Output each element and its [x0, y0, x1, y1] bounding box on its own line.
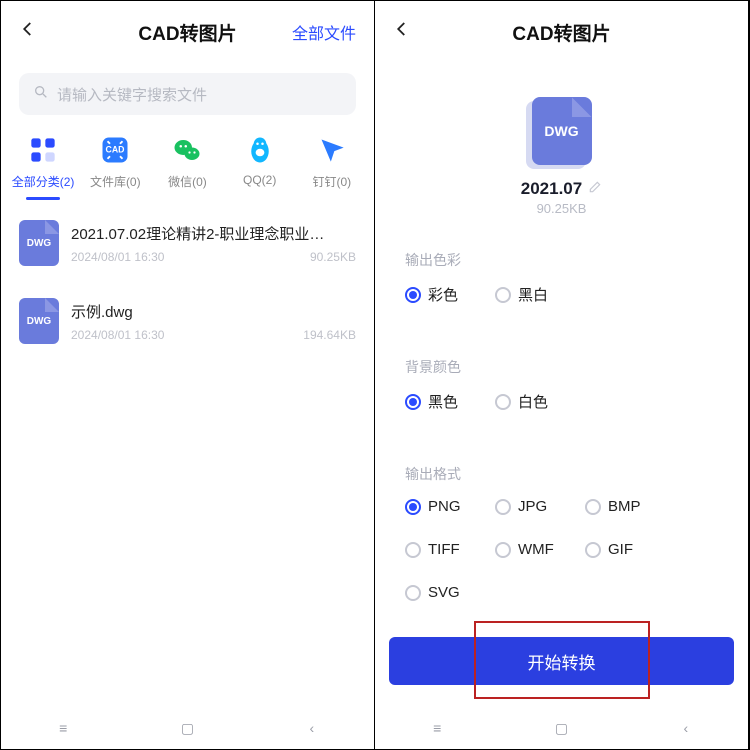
file-type-icon: DWG	[19, 220, 59, 266]
category-tab[interactable]: CAD 文件库(0)	[79, 133, 151, 190]
category-label: 全部分类(2)	[12, 173, 75, 190]
category-tabs: 全部分类(2) CAD 文件库(0) 微信(0) QQ(2) 钉钉(0)	[1, 133, 374, 204]
recent-icon[interactable]: ≡	[53, 720, 73, 736]
android-nav-bar: ≡ ▢ ‹	[375, 707, 748, 749]
page-title: CAD转图片	[138, 19, 236, 46]
radio-icon	[405, 287, 421, 303]
option-label: 黑色	[428, 391, 458, 412]
header: CAD转图片	[375, 1, 748, 63]
back-nav-icon[interactable]: ‹	[676, 720, 696, 736]
radio-option[interactable]: JPG	[495, 498, 555, 515]
back-icon[interactable]	[393, 20, 411, 44]
radio-icon	[405, 585, 421, 601]
option-label: GIF	[608, 541, 633, 558]
file-date: 2024/08/01 16:30	[71, 328, 164, 342]
grid-icon	[26, 133, 60, 167]
category-label: 文件库(0)	[90, 173, 141, 190]
back-icon[interactable]	[19, 20, 37, 44]
file-preview: DWG 2021.07 90.25KB	[375, 63, 748, 226]
radio-icon	[495, 287, 511, 303]
back-nav-icon[interactable]: ‹	[302, 720, 322, 736]
radio-option[interactable]: TIFF	[405, 541, 465, 558]
category-tab[interactable]: 钉钉(0)	[296, 133, 368, 190]
radio-option[interactable]: 彩色	[405, 284, 465, 305]
radio-option[interactable]: WMF	[495, 541, 555, 558]
edit-icon[interactable]	[588, 179, 602, 199]
wechat-icon	[170, 133, 204, 167]
radio-option[interactable]: PNG	[405, 498, 465, 515]
category-tab[interactable]: 微信(0)	[151, 133, 223, 190]
all-files-link[interactable]: 全部文件	[292, 20, 356, 44]
category-tab[interactable]: QQ(2)	[224, 133, 296, 190]
radio-icon	[405, 394, 421, 410]
category-label: QQ(2)	[243, 173, 276, 187]
category-tab[interactable]: 全部分类(2)	[7, 133, 79, 190]
home-icon[interactable]: ▢	[177, 720, 197, 737]
category-label: 微信(0)	[168, 173, 207, 190]
header: CAD转图片 全部文件	[1, 1, 374, 63]
option-label: 白色	[518, 391, 548, 412]
radio-icon	[495, 499, 511, 515]
file-size: 90.25KB	[537, 201, 587, 216]
output-format-card: 输出格式 PNG JPG BMP TIFF WMF GIF SVG	[389, 450, 734, 619]
card-title: 输出色彩	[405, 250, 718, 270]
search-placeholder: 请输入关键字搜索文件	[57, 84, 207, 105]
search-icon	[33, 84, 49, 104]
radio-option[interactable]: 黑色	[405, 391, 465, 412]
file-size: 90.25KB	[310, 250, 356, 264]
option-label: 黑白	[518, 284, 548, 305]
radio-option[interactable]: 白色	[495, 391, 555, 412]
home-icon[interactable]: ▢	[551, 720, 571, 737]
radio-option[interactable]: 黑白	[495, 284, 555, 305]
card-title: 输出格式	[405, 464, 718, 484]
radio-option[interactable]: SVG	[405, 584, 465, 601]
convert-settings-panel: CAD转图片 DWG 2021.07 90.25KB 输出色彩 彩色 黑白 背景颜…	[375, 1, 749, 749]
cad-icon: CAD	[98, 133, 132, 167]
file-name: 2021.07	[521, 179, 582, 199]
ding-icon	[315, 133, 349, 167]
radio-icon	[495, 542, 511, 558]
svg-text:CAD: CAD	[106, 145, 125, 155]
option-label: BMP	[608, 498, 641, 515]
search-input[interactable]: 请输入关键字搜索文件	[19, 73, 356, 115]
option-label: TIFF	[428, 541, 460, 558]
option-label: PNG	[428, 498, 461, 515]
radio-icon	[495, 394, 511, 410]
file-name: 示例.dwg	[71, 301, 356, 322]
option-label: SVG	[428, 584, 460, 601]
radio-icon	[585, 499, 601, 515]
option-label: WMF	[518, 541, 554, 558]
output-color-card: 输出色彩 彩色 黑白	[389, 236, 734, 323]
page-title: CAD转图片	[512, 19, 610, 46]
radio-icon	[405, 499, 421, 515]
file-type-icon: DWG	[532, 97, 592, 165]
option-label: JPG	[518, 498, 547, 515]
option-label: 彩色	[428, 284, 458, 305]
recent-icon[interactable]: ≡	[427, 720, 447, 736]
file-select-panel: CAD转图片 全部文件 请输入关键字搜索文件 全部分类(2) CAD 文件库(0) 微…	[1, 1, 375, 749]
file-type-icon: DWG	[19, 298, 59, 344]
file-item[interactable]: DWG 2021.07.02理论精讲2-职业理念职业… 2024/08/01 16:…	[1, 204, 374, 282]
highlight-box	[474, 621, 650, 699]
radio-option[interactable]: BMP	[585, 498, 645, 515]
android-nav-bar: ≡ ▢ ‹	[1, 707, 374, 749]
file-item[interactable]: DWG 示例.dwg 2024/08/01 16:30 194.64KB	[1, 282, 374, 360]
radio-icon	[405, 542, 421, 558]
start-convert-button[interactable]: 开始转换	[389, 637, 734, 685]
radio-icon	[585, 542, 601, 558]
file-list: DWG 2021.07.02理论精讲2-职业理念职业… 2024/08/01 16:…	[1, 204, 374, 360]
file-name: 2021.07.02理论精讲2-职业理念职业…	[71, 223, 356, 244]
radio-option[interactable]: GIF	[585, 541, 645, 558]
file-name-row[interactable]: 2021.07	[521, 179, 602, 199]
card-title: 背景颜色	[405, 357, 718, 377]
qq-icon	[243, 133, 277, 167]
background-color-card: 背景颜色 黑色 白色	[389, 343, 734, 430]
file-size: 194.64KB	[303, 328, 356, 342]
category-label: 钉钉(0)	[313, 173, 352, 190]
file-date: 2024/08/01 16:30	[71, 250, 164, 264]
